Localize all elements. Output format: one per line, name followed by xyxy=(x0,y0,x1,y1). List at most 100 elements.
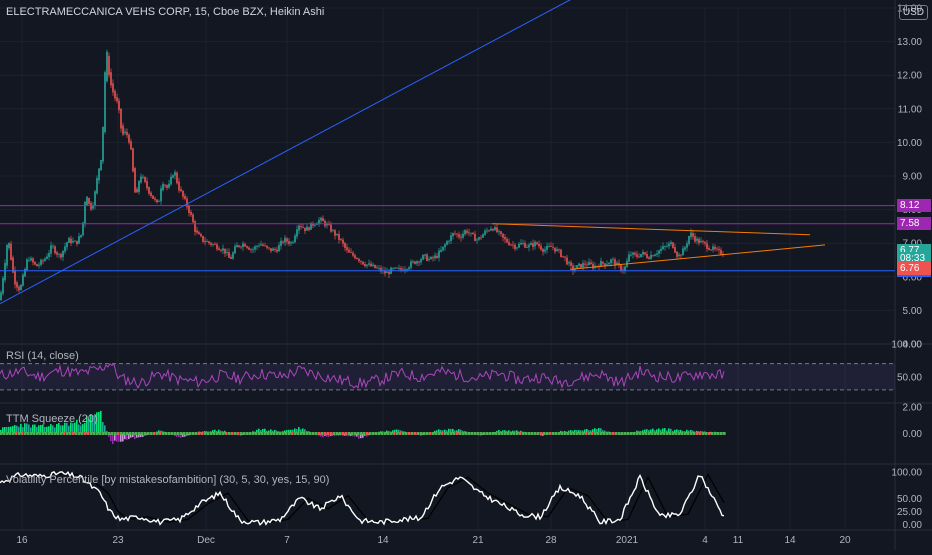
candle-body xyxy=(270,248,272,252)
candle-body xyxy=(640,253,642,258)
candle-body xyxy=(638,256,640,258)
candle-body xyxy=(366,264,368,266)
candle-body xyxy=(102,126,104,162)
candle-body xyxy=(150,192,152,196)
candle-body xyxy=(372,264,374,266)
candle-body xyxy=(646,254,648,259)
candle-body xyxy=(376,267,378,269)
candle-body xyxy=(506,238,508,243)
squeeze-dot xyxy=(423,432,426,435)
candle-body xyxy=(690,232,692,238)
squeeze-dot xyxy=(33,432,36,435)
candle-body xyxy=(648,257,650,259)
squeeze-dot xyxy=(624,432,627,435)
x-tick-label: 20 xyxy=(839,535,851,546)
candle-body xyxy=(354,255,356,259)
candle-body xyxy=(234,246,236,254)
candle-body xyxy=(74,240,76,242)
squeeze-dot xyxy=(669,432,672,435)
currency-badge[interactable]: USD xyxy=(898,5,928,20)
squeeze-dot xyxy=(363,432,366,435)
squeeze-dot xyxy=(435,432,438,435)
squeeze-dot xyxy=(108,432,111,435)
squeeze-dot xyxy=(417,432,420,435)
squeeze-dot xyxy=(711,432,714,435)
volatility-percentile-label[interactable]: Volatility Percentile [by mistakesofambi… xyxy=(6,474,329,486)
candle-body xyxy=(320,217,322,221)
candle-body xyxy=(240,246,242,248)
candle-body xyxy=(554,247,556,252)
squeeze-dot xyxy=(198,432,201,435)
candle-body xyxy=(180,189,182,192)
squeeze-dot xyxy=(177,432,180,435)
candle-body xyxy=(708,248,710,250)
candle-body xyxy=(62,250,64,257)
squeeze-dot xyxy=(540,432,543,435)
candle-body xyxy=(16,282,18,288)
candle-body xyxy=(656,253,658,255)
squeeze-dot xyxy=(480,432,483,435)
candle-body xyxy=(332,230,334,232)
ttm-squeeze-label[interactable]: TTM Squeeze (20) xyxy=(6,413,98,425)
candle-body xyxy=(476,239,478,241)
candle-body xyxy=(676,251,678,257)
candle-body xyxy=(482,234,484,238)
candle-body xyxy=(204,240,206,243)
squeeze-dot xyxy=(696,432,699,435)
squeeze-dot xyxy=(426,432,429,435)
squeeze-dot xyxy=(30,432,33,435)
candle-body xyxy=(588,262,590,266)
candle-body xyxy=(314,224,316,226)
candle-body xyxy=(306,226,308,231)
squeeze-dot xyxy=(465,432,468,435)
squeeze-dot xyxy=(609,432,612,435)
squeeze-dot xyxy=(255,432,258,435)
candle-body xyxy=(64,246,66,252)
squeeze-dot xyxy=(471,432,474,435)
squeeze-dot xyxy=(546,432,549,435)
squeeze-dot xyxy=(201,432,204,435)
squeeze-dot xyxy=(447,432,450,435)
squeeze-dot xyxy=(231,432,234,435)
candle-body xyxy=(296,229,298,237)
candle-body xyxy=(112,83,114,93)
squeeze-dot xyxy=(66,432,69,435)
candle-body xyxy=(262,244,264,246)
squeeze-dot xyxy=(348,432,351,435)
candle-body xyxy=(130,141,132,150)
squeeze-dot xyxy=(72,432,75,435)
candle-body xyxy=(100,160,102,171)
candle-body xyxy=(226,251,228,253)
candle-body xyxy=(540,245,542,250)
candle-body xyxy=(54,246,56,254)
candle-body xyxy=(86,196,88,206)
candle-body xyxy=(202,236,204,242)
candle-body xyxy=(502,233,504,238)
x-tick-label: 21 xyxy=(472,535,484,546)
squeeze-dot xyxy=(630,432,633,435)
squeeze-dot xyxy=(192,432,195,435)
rsi-tick-label: 100.00 xyxy=(891,340,922,351)
squeeze-dot xyxy=(129,432,132,435)
squeeze-dot xyxy=(600,432,603,435)
candle-body xyxy=(294,235,296,243)
candle-body xyxy=(704,241,706,244)
candle-body xyxy=(560,249,562,257)
squeeze-dot xyxy=(39,432,42,435)
squeeze-dot xyxy=(111,432,114,435)
candle-body xyxy=(268,247,270,249)
squeeze-dot xyxy=(312,432,315,435)
candle-body xyxy=(462,233,464,238)
candle-body xyxy=(392,268,394,270)
candle-body xyxy=(0,292,2,301)
candle-body xyxy=(720,249,722,255)
squeeze-dot xyxy=(516,432,519,435)
candle-body xyxy=(72,240,74,243)
squeeze-dot xyxy=(27,432,30,435)
candle-body xyxy=(214,244,216,245)
squeeze-dot xyxy=(144,432,147,435)
squeeze-dot xyxy=(615,432,618,435)
chart-svg: 4.005.006.007.008.009.0010.0011.0012.001… xyxy=(0,0,932,550)
rsi-label[interactable]: RSI (14, close) xyxy=(6,350,79,362)
candle-body xyxy=(290,242,292,244)
